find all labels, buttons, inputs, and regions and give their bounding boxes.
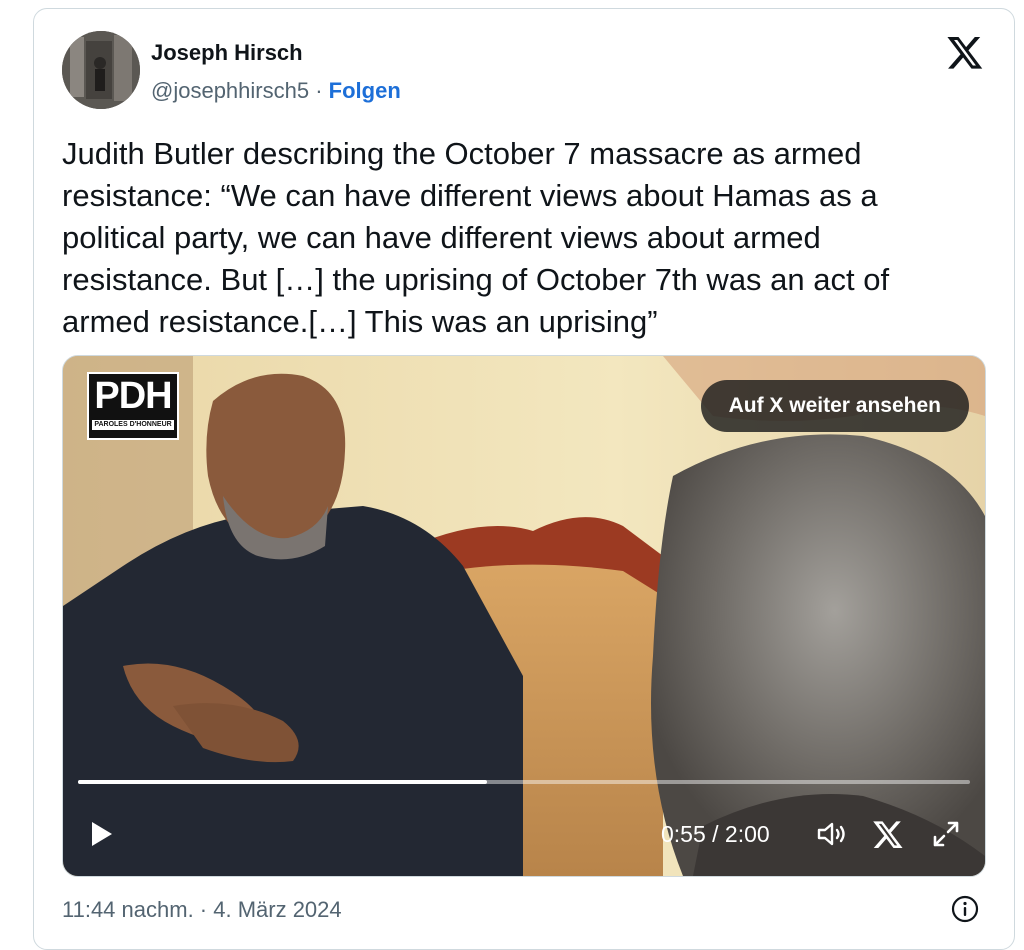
channel-logo-subtext: PAROLES D'HONNEUR	[92, 420, 174, 430]
follow-button[interactable]: Folgen	[329, 78, 401, 103]
tweet-timestamp[interactable]: 11:44 nachm. · 4. März 2024	[62, 897, 342, 923]
channel-logo: PDH PAROLES D'HONNEUR	[87, 372, 179, 440]
info-icon[interactable]	[950, 894, 980, 924]
tweet-card: Joseph Hirsch @josephhirsch5 · Folgen Ju…	[33, 8, 1015, 950]
author-handle[interactable]: @josephhirsch5	[151, 78, 309, 103]
author-name[interactable]: Joseph Hirsch	[151, 40, 303, 66]
progress-fill	[78, 780, 487, 784]
video-frame	[63, 356, 985, 876]
time-display: 0:55 / 2:00	[661, 821, 770, 847]
x-logo-icon[interactable]	[946, 33, 984, 71]
play-icon[interactable]	[85, 818, 117, 850]
video-player[interactable]: PDH PAROLES D'HONNEUR Auf X weiter anseh…	[62, 355, 986, 877]
handle-row: @josephhirsch5 · Folgen	[151, 78, 401, 104]
progress-bar[interactable]	[78, 780, 970, 784]
x-logo-icon[interactable]	[871, 818, 905, 850]
fullscreen-icon[interactable]	[929, 818, 963, 850]
watch-on-x-button[interactable]: Auf X weiter ansehen	[700, 380, 969, 432]
volume-icon[interactable]	[815, 818, 849, 850]
tweet-text: Judith Butler describing the October 7 m…	[62, 136, 890, 339]
avatar[interactable]	[62, 31, 140, 109]
avatar-photo	[62, 31, 140, 109]
separator-dot: ·	[315, 78, 323, 103]
channel-logo-text: PDH	[94, 375, 172, 417]
